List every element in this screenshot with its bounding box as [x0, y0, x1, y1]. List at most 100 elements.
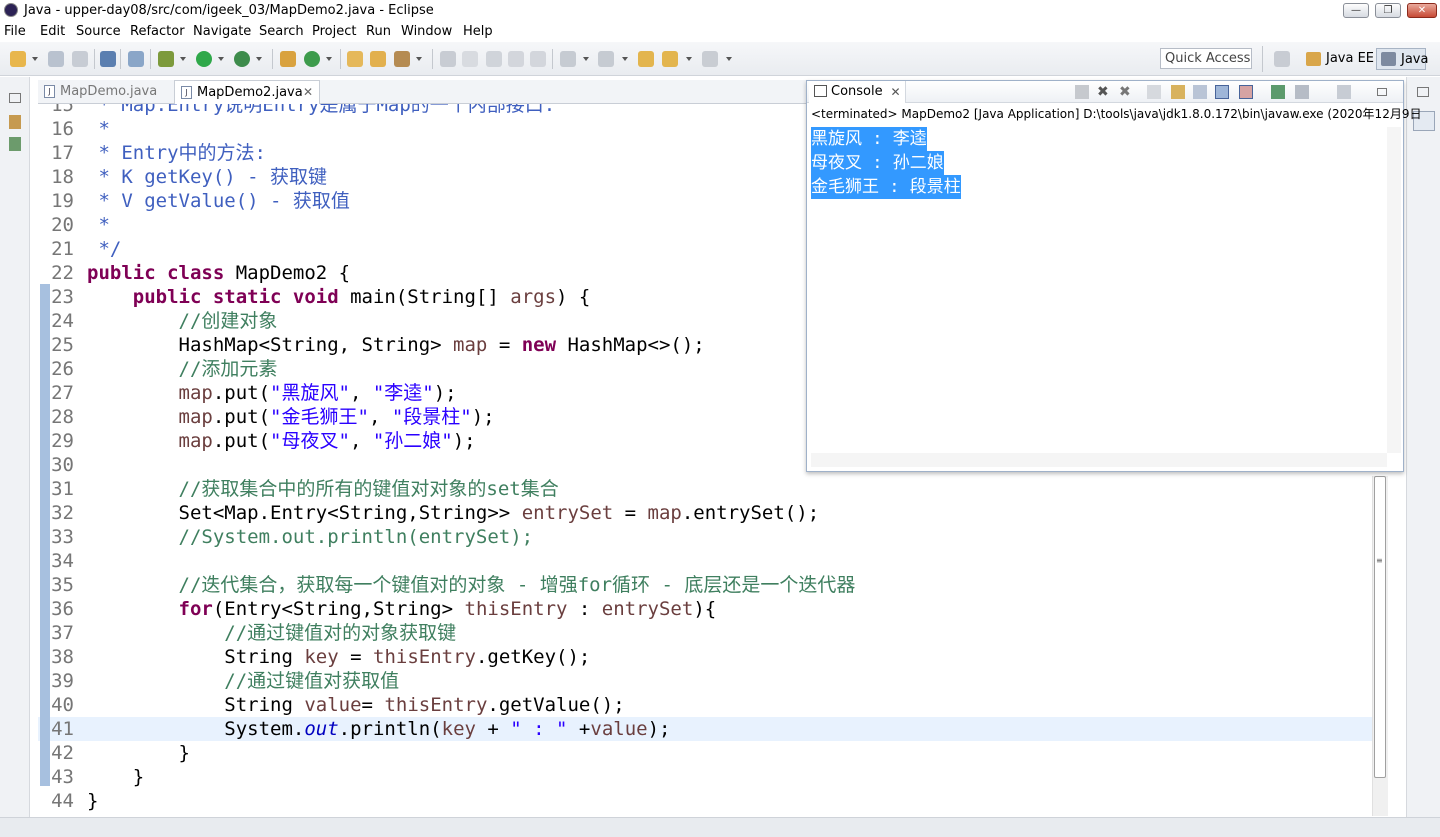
word-wrap-icon[interactable]: [508, 51, 524, 67]
restore-icon[interactable]: [9, 93, 21, 103]
code-line[interactable]: 39 //通过键值对获取值: [38, 669, 1378, 693]
tab-console[interactable]: Console ✕: [809, 81, 906, 103]
code-line[interactable]: 32 Set<Map.Entry<String,String>> entrySe…: [38, 501, 1378, 525]
new-package-icon[interactable]: [280, 51, 296, 67]
code-line[interactable]: 33 //System.out.println(entrySet);: [38, 525, 1378, 549]
menu-help[interactable]: Help: [463, 24, 493, 39]
menu-project[interactable]: Project: [312, 24, 356, 39]
menu-search[interactable]: Search: [259, 24, 304, 39]
forward-dropdown-icon[interactable]: [726, 57, 732, 61]
scroll-lock-icon[interactable]: [1171, 85, 1185, 99]
right-restore-icon[interactable]: [1417, 87, 1429, 97]
terminate-icon[interactable]: [1075, 85, 1089, 99]
menu-window[interactable]: Window: [401, 24, 452, 39]
open-resource-icon[interactable]: [370, 51, 386, 67]
code-line[interactable]: 43 }: [38, 765, 1378, 789]
close-tab-icon[interactable]: ✕: [303, 81, 313, 104]
prev-annotation-icon[interactable]: [598, 51, 614, 67]
close-button[interactable]: ✕: [1407, 3, 1437, 18]
open-console-icon[interactable]: [1337, 85, 1351, 99]
code-token: MapDemo2 {: [235, 262, 351, 284]
debug-dropdown-icon[interactable]: [180, 57, 186, 61]
menu-source[interactable]: Source: [76, 24, 121, 39]
coverage-dropdown-icon[interactable]: [256, 57, 262, 61]
next-annotation-dropdown-icon[interactable]: [583, 57, 589, 61]
editor-scroll-thumb[interactable]: [1374, 476, 1386, 778]
toggle-mark-icon[interactable]: [440, 51, 456, 67]
code-line[interactable]: 35 //迭代集合，获取每一个键值对的对象 - 增强for循环 - 底层还是一个…: [38, 573, 1378, 597]
remove-all-icon[interactable]: ✖: [1119, 85, 1133, 99]
console-maximize-icon[interactable]: [1377, 88, 1387, 96]
show-stdout-icon[interactable]: [1215, 85, 1229, 99]
back-icon[interactable]: [662, 51, 678, 67]
perspective-java[interactable]: Java: [1376, 48, 1428, 70]
code-line[interactable]: 44}: [38, 789, 1378, 813]
code-line[interactable]: 38 String key = thisEntry.getKey();: [38, 645, 1378, 669]
code-text: map.put("金毛狮王", "段景柱");: [87, 405, 495, 429]
code-line[interactable]: 40 String value= thisEntry.getValue();: [38, 693, 1378, 717]
code-line[interactable]: 41 System.out.println(key + " : " +value…: [38, 717, 1378, 741]
code-line[interactable]: 37 //通过键值对的对象获取键: [38, 621, 1378, 645]
debug-icon[interactable]: [158, 51, 174, 67]
clear-console-icon[interactable]: [1147, 85, 1161, 99]
menu-run[interactable]: Run: [366, 24, 391, 39]
skip-breakpoints-icon[interactable]: [128, 51, 144, 67]
run-coverage-icon[interactable]: [234, 51, 250, 67]
code-token: "母夜叉": [270, 430, 350, 452]
console-vertical-scrollbar[interactable]: [1387, 127, 1401, 453]
line-number: 44: [51, 790, 74, 812]
new-dropdown-icon[interactable]: [32, 57, 38, 61]
back-dropdown-icon[interactable]: [686, 57, 692, 61]
minimize-button[interactable]: —: [1343, 3, 1369, 18]
open-type-icon[interactable]: [347, 51, 363, 67]
code-line[interactable]: 34: [38, 549, 1378, 573]
maximize-button[interactable]: ❐: [1375, 3, 1401, 18]
perspective-java-ee[interactable]: Java EE: [1302, 48, 1374, 70]
quick-access-input[interactable]: Quick Access: [1160, 48, 1252, 69]
code-line[interactable]: 42 }: [38, 741, 1378, 765]
remove-launch-icon[interactable]: ✖: [1097, 85, 1111, 99]
console-toggle-icon[interactable]: [100, 51, 116, 67]
code-line[interactable]: 31 //获取集合中的所有的键值对对象的set集合: [38, 477, 1378, 501]
tab-mapdemo2[interactable]: J MapDemo2.java ✕: [174, 80, 320, 104]
toolbar-separator: [1262, 46, 1263, 72]
prev-annotation-dropdown-icon[interactable]: [622, 57, 628, 61]
save-icon[interactable]: [48, 51, 64, 67]
next-annotation-icon[interactable]: [560, 51, 576, 67]
menu-edit[interactable]: Edit: [40, 24, 65, 39]
close-console-icon[interactable]: ✕: [891, 81, 901, 103]
run-icon[interactable]: [196, 51, 212, 67]
search-dropdown-icon[interactable]: [416, 57, 422, 61]
save-all-icon[interactable]: [72, 51, 88, 67]
run-dropdown-icon[interactable]: [218, 57, 224, 61]
new-class-icon[interactable]: [304, 51, 320, 67]
word-wrap-console-icon[interactable]: [1193, 85, 1207, 99]
hierarchy-icon[interactable]: [9, 137, 21, 151]
tab-mapdemo[interactable]: J MapDemo.java: [38, 80, 172, 104]
code-token: *: [87, 104, 122, 116]
show-stderr-icon[interactable]: [1239, 85, 1253, 99]
menu-file[interactable]: File: [4, 24, 26, 39]
new-icon[interactable]: [10, 51, 26, 67]
code-token: //创建对象: [87, 310, 278, 332]
console-output-line[interactable]: 母夜叉 : 孙二娘: [811, 151, 944, 175]
display-console-icon[interactable]: [1295, 85, 1309, 99]
search-icon[interactable]: [394, 51, 410, 67]
console-horizontal-scrollbar[interactable]: [811, 453, 1387, 467]
console-output-line[interactable]: 金毛狮王 : 段景柱: [811, 175, 961, 199]
pin-console-icon[interactable]: [1271, 85, 1285, 99]
code-text: String value= thisEntry.getValue();: [87, 693, 624, 717]
new-class-dropdown-icon[interactable]: [326, 57, 332, 61]
menu-navigate[interactable]: Navigate: [193, 24, 251, 39]
last-edit-icon[interactable]: [638, 51, 654, 67]
menu-refactor[interactable]: Refactor: [130, 24, 185, 39]
console-output-line[interactable]: 黑旋风 : 李逵: [811, 127, 927, 151]
forward-icon[interactable]: [702, 51, 718, 67]
code-line[interactable]: 36 for(Entry<String,String> thisEntry : …: [38, 597, 1378, 621]
package-explorer-icon[interactable]: [9, 115, 21, 129]
block-selection-icon[interactable]: [486, 51, 502, 67]
annotation-icon[interactable]: [462, 51, 478, 67]
open-perspective-icon[interactable]: [1274, 51, 1290, 67]
whitespace-icon[interactable]: [530, 51, 546, 67]
